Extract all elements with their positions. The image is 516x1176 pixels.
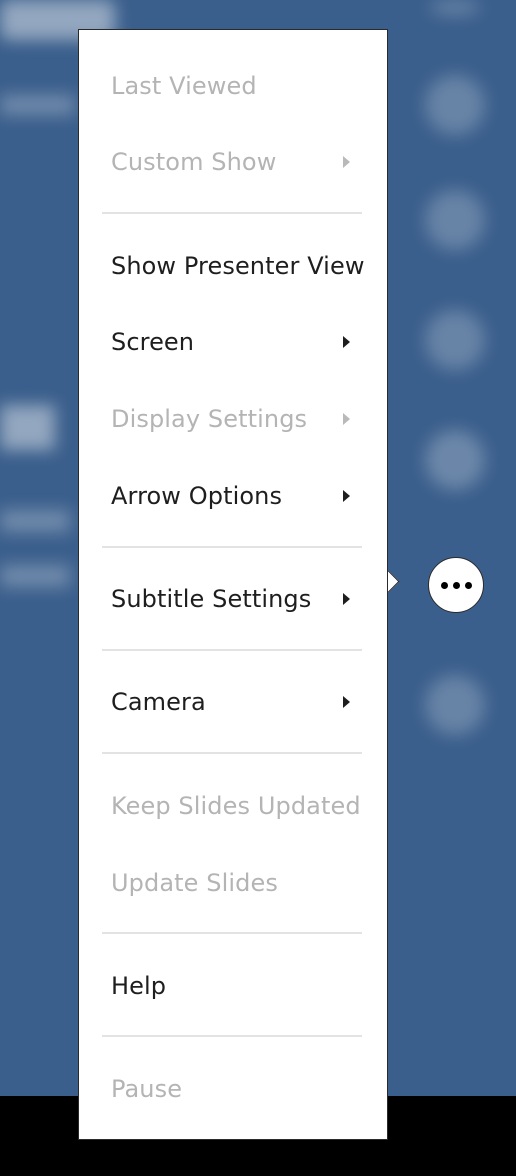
menu-item-label: Help: [111, 972, 167, 1000]
menu-separator: [102, 546, 362, 548]
menu-item-pause[interactable]: Pause: [79, 1069, 387, 1109]
blurred-slide-icon: [425, 190, 485, 250]
menu-item-label: Keep Slides Updated: [111, 792, 361, 820]
menu-item-label: Screen: [111, 328, 195, 356]
submenu-arrow-icon: [343, 156, 350, 168]
menu-item-arrow-options[interactable]: Arrow Options: [79, 476, 387, 516]
submenu-arrow-icon: [343, 413, 350, 425]
blurred-slide-icon: [425, 675, 485, 735]
menu-item-display-settings[interactable]: Display Settings: [79, 399, 387, 439]
blurred-slide-text: [0, 95, 75, 115]
menu-item-show-presenter-view[interactable]: Show Presenter View: [79, 246, 387, 286]
submenu-arrow-icon: [343, 593, 350, 605]
menu-item-label: Custom Show: [111, 148, 277, 176]
menu-item-keep-slides-updated[interactable]: Keep Slides Updated: [79, 786, 387, 826]
menu-item-label: Last Viewed: [111, 72, 257, 100]
menu-item-label: Display Settings: [111, 405, 308, 433]
menu-item-label: Arrow Options: [111, 482, 283, 510]
menu-item-label: Show Presenter View: [111, 252, 365, 280]
menu-item-custom-show[interactable]: Custom Show: [79, 142, 387, 182]
blurred-slide-icon: [425, 430, 485, 490]
submenu-arrow-icon: [343, 490, 350, 502]
menu-separator: [102, 752, 362, 754]
menu-separator: [102, 932, 362, 934]
blurred-slide-heading: [0, 405, 55, 450]
submenu-arrow-icon: [343, 336, 350, 348]
menu-separator: [102, 1035, 362, 1037]
menu-separator: [102, 212, 362, 214]
blurred-slide-icon: [425, 310, 485, 370]
blurred-slide-icon: [425, 75, 485, 135]
slideshow-context-menu: Last Viewed Custom Show Show Presenter V…: [78, 29, 388, 1140]
submenu-arrow-icon: [343, 696, 350, 708]
menu-item-label: Camera: [111, 688, 206, 716]
menu-item-update-slides[interactable]: Update Slides: [79, 863, 387, 903]
menu-item-label: Subtitle Settings: [111, 585, 312, 613]
blurred-slide-icon: [430, 0, 480, 15]
menu-item-subtitle-settings[interactable]: Subtitle Settings: [79, 579, 387, 619]
menu-item-help[interactable]: Help: [79, 966, 387, 1006]
blurred-slide-text: [0, 510, 70, 532]
more-options-button[interactable]: [428, 557, 484, 613]
menu-separator: [102, 649, 362, 651]
menu-item-screen[interactable]: Screen: [79, 322, 387, 362]
menu-item-label: Pause: [111, 1075, 183, 1103]
menu-item-camera[interactable]: Camera: [79, 682, 387, 722]
menu-item-last-viewed[interactable]: Last Viewed: [79, 66, 387, 106]
blurred-slide-text: [0, 565, 70, 587]
more-options-icon: [440, 581, 472, 589]
menu-item-label: Update Slides: [111, 869, 278, 897]
